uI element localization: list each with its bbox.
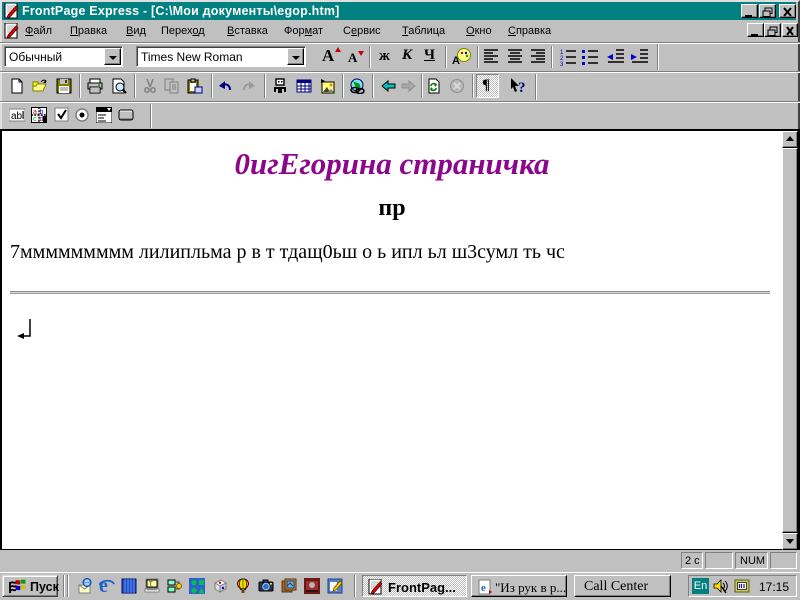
svg-text:e: e [99, 577, 108, 593]
svg-text:c: c [33, 116, 37, 123]
svg-text:abl: abl [11, 111, 24, 122]
svg-text:e: e [481, 582, 486, 594]
svg-text:d: d [40, 116, 44, 123]
svg-text:T: T [149, 582, 153, 588]
svg-text:3: 3 [560, 62, 564, 66]
svg-text:?: ? [518, 80, 526, 96]
svg-text:A: A [452, 55, 460, 66]
